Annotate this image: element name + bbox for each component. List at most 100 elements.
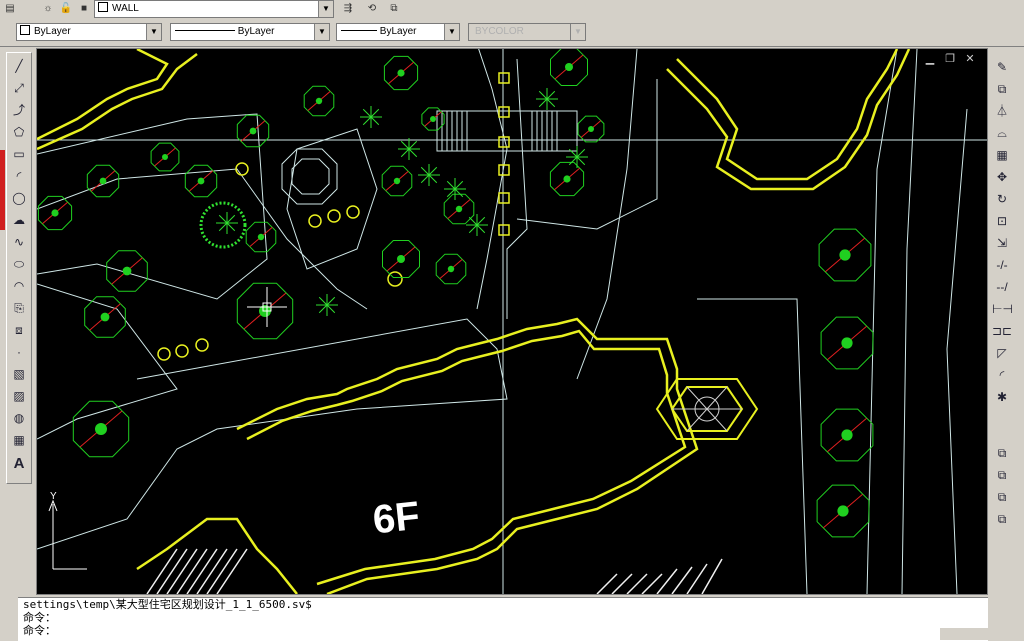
rotate-icon[interactable]: ↻ [992, 190, 1012, 208]
join-icon[interactable]: ⊐⊏ [992, 322, 1012, 340]
point-icon[interactable]: · [9, 343, 29, 361]
color-dropdown[interactable]: ByLayer ▼ [16, 23, 162, 41]
command-scrollbar[interactable] [1004, 597, 1020, 640]
gradient-icon[interactable]: ▨ [9, 387, 29, 405]
layer-state-icon[interactable]: ☼ [40, 2, 56, 16]
shrub-symbol [568, 156, 578, 166]
drawing-canvas[interactable]: ▁ ❐ ✕ Y 6F [36, 48, 988, 595]
shrub-symbol [362, 116, 372, 126]
draw-order-back-icon[interactable]: ⧉ [992, 466, 1012, 484]
linetype-dropdown[interactable]: ByLayer ▼ [170, 23, 330, 41]
revision-cloud-icon[interactable]: ☁ [9, 211, 29, 229]
break-icon[interactable]: ⊢⊣ [992, 300, 1013, 318]
tree-trunk [99, 177, 107, 185]
tree-trunk [563, 175, 571, 183]
toolbar-edge-marker [0, 150, 5, 230]
bollards [157, 72, 510, 361]
region-icon[interactable]: ◍ [9, 409, 29, 427]
trim-icon[interactable]: -/- [992, 256, 1012, 274]
scale-icon[interactable]: ⊡ [992, 212, 1012, 230]
shrub-symbol [362, 108, 372, 118]
construction-line-icon[interactable]: ⤢ [9, 79, 29, 97]
layer-previous-icon[interactable]: ⟲ [364, 2, 380, 16]
shrub-symbol [370, 108, 380, 118]
array-icon[interactable]: ▦ [992, 146, 1012, 164]
shrub-symbol [428, 166, 438, 176]
hatch-icon[interactable]: ▧ [9, 365, 29, 383]
plotstyle-combo-value: BYCOLOR [475, 26, 524, 37]
tree-trunk [393, 177, 401, 185]
ellipse-icon[interactable]: ⬭ [9, 255, 29, 273]
layer-isolate-icon[interactable]: ⧉ [386, 2, 402, 16]
line-icon[interactable]: ╱ [9, 57, 29, 75]
move-icon[interactable]: ✥ [992, 168, 1012, 186]
command-prompt-1: 命令： [23, 611, 56, 624]
explode-icon[interactable]: ✱ [992, 388, 1012, 406]
tree-trunk [841, 429, 853, 441]
chevron-down-icon[interactable]: ▼ [318, 1, 333, 17]
draw-toolbar: ╱ ⤢ ⤴ ⬠ ▭ ◜ ◯ ☁ ∿ ⬭ ◠ ⎘ ⧈ · ▧ ▨ ◍ ▦ A [6, 52, 32, 484]
copy-icon[interactable]: ⧉ [992, 80, 1012, 98]
shrub-symbol [408, 140, 418, 150]
stretch-icon[interactable]: ⇲ [992, 234, 1012, 252]
circle-icon[interactable]: ◯ [9, 189, 29, 207]
fillet-icon[interactable]: ◜ [992, 366, 1012, 384]
fountain [281, 148, 338, 205]
offset-icon[interactable]: ⌓ [992, 124, 1012, 142]
command-prompt-2[interactable]: 命令： [18, 624, 988, 637]
tree-trunk [197, 177, 205, 185]
make-block-icon[interactable]: ⧈ [9, 321, 29, 339]
horizontal-scrollbar[interactable] [940, 628, 1004, 640]
draw-order-front-icon[interactable]: ⧉ [992, 444, 1012, 462]
tree-trunk [397, 255, 405, 263]
draw-order-under-icon[interactable]: ⧉ [992, 510, 1012, 528]
multiline-text-icon[interactable]: A [9, 455, 29, 473]
tree-trunk [315, 97, 323, 105]
shrub-symbol [218, 214, 228, 224]
draw-order-above-icon[interactable]: ⧉ [992, 488, 1012, 506]
tree-trunk [100, 312, 110, 322]
layer-dropdown[interactable]: WALL ▼ [94, 0, 334, 18]
tree-trunk [397, 69, 405, 77]
chevron-down-icon[interactable]: ▼ [146, 24, 161, 40]
command-window[interactable]: settings\temp\某大型住宅区规划设计_1_1_6500.sv$ 命令… [18, 597, 988, 641]
mirror-icon[interactable]: ⏃ [992, 102, 1012, 120]
color-icon[interactable]: ■ [76, 2, 92, 16]
tree-trunk [249, 127, 257, 135]
chevron-down-icon[interactable]: ▼ [444, 24, 459, 40]
shrub-symbol [468, 216, 478, 226]
make-current-icon[interactable]: ⇶ [340, 2, 356, 16]
chevron-down-icon[interactable]: ▼ [314, 24, 329, 40]
large-shrub-symbol [199, 201, 247, 249]
rectangle-icon[interactable]: ▭ [9, 145, 29, 163]
arc-icon[interactable]: ◜ [9, 167, 29, 185]
polygon-icon[interactable]: ⬠ [9, 123, 29, 141]
layer-color-swatch [98, 2, 108, 12]
lock-icon[interactable]: 🔓 [58, 2, 74, 16]
building-walls [37, 49, 911, 594]
chamfer-icon[interactable]: ◸ [992, 344, 1012, 362]
ellipse-arc-icon[interactable]: ◠ [9, 277, 29, 295]
shrub-symbol [326, 296, 336, 306]
shrub-symbol [538, 90, 548, 100]
shrub-symbol [408, 148, 418, 158]
ucs-y-label: Y [50, 491, 57, 502]
lineweight-dropdown[interactable]: ByLayer ▼ [336, 23, 460, 41]
erase-icon[interactable]: ✎ [992, 58, 1012, 76]
table-icon[interactable]: ▦ [9, 431, 29, 449]
shrub-symbol [476, 216, 486, 226]
tree-trunk [841, 337, 853, 349]
insert-block-icon[interactable]: ⎘ [9, 299, 29, 317]
tree-trunk [122, 266, 132, 276]
tree-trunk [837, 505, 849, 517]
parking-hatch [146, 548, 723, 594]
extend-icon[interactable]: --/ [992, 278, 1012, 296]
tree-trunk [839, 249, 851, 261]
polyline-icon[interactable]: ⤴ [9, 101, 29, 119]
spline-icon[interactable]: ∿ [9, 233, 29, 251]
shrub-symbol [318, 304, 328, 314]
shrub-symbol [326, 304, 336, 314]
shrub-symbol [318, 296, 328, 306]
layer-manager-icon[interactable]: ▤ [2, 2, 18, 16]
lineweight-combo-value: ByLayer [379, 26, 417, 37]
